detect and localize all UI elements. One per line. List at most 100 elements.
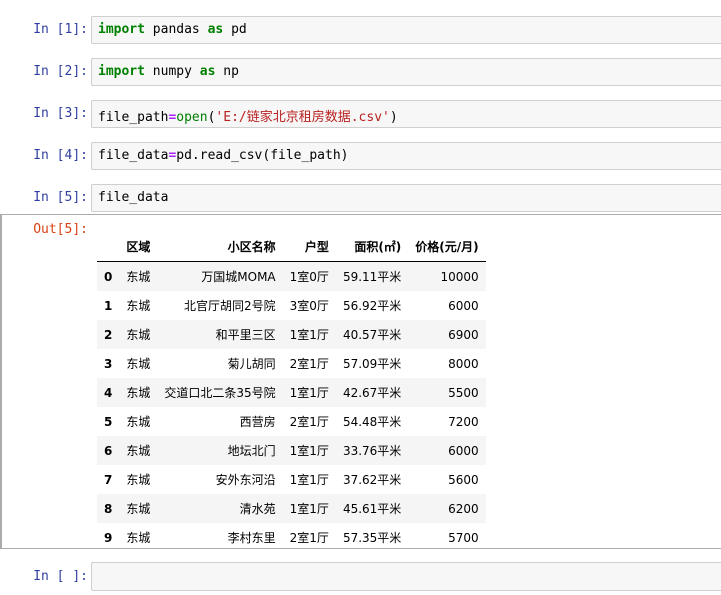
table-cell: 和平里三区 (215, 328, 276, 342)
table-row: 6 东城 地坛北门 1室1厅 33.76平米 6000 (97, 436, 486, 465)
table-cell: 5600 (448, 472, 479, 487)
table-cell: 54.48平米 (342, 415, 402, 429)
table-cell: 7200 (448, 414, 479, 429)
table-cell: 东城 (126, 444, 151, 458)
table-cell: 万国城MOMA (201, 270, 276, 284)
table-row: 2 东城 和平里三区 1室1厅 40.57平米 6900 (97, 320, 486, 349)
row-index: 7 (104, 472, 113, 487)
code-cell-1[interactable]: In [1]: import pandas as pd (0, 16, 721, 44)
code-token: open (176, 110, 208, 125)
table-row: 9 东城 李村东里 2室1厅 57.35平米 5700 (97, 523, 486, 549)
table-cell: 东城 (126, 357, 151, 371)
code-token: file_data (98, 148, 169, 163)
table-cell: 6900 (448, 327, 479, 342)
code-input[interactable]: import numpy as np (91, 58, 721, 86)
code-token: ) (389, 110, 398, 125)
output-prompt: Out[5]: (33, 222, 88, 237)
output-area: Out[5]: 区域 小区名称 户型 面积(㎡) 价格(元/月) 0 东城 万国城MOMA 1… (0, 214, 721, 549)
table-row: 1 东城 北官厅胡同2号院 3室0厅 56.92平米 6000 (97, 291, 486, 320)
input-prompt: In [2]: (33, 64, 88, 79)
table-header-row: 区域 小区名称 户型 面积(㎡) 价格(元/月) (97, 232, 486, 262)
table-cell: 交道口北二条35号院 (164, 386, 276, 400)
row-index: 3 (104, 356, 113, 371)
code-cell-2[interactable]: In [2]: import numpy as np (0, 58, 721, 86)
code-input[interactable]: import pandas as pd (91, 16, 721, 44)
table-cell: 安外东河沿 (215, 473, 276, 487)
table-row: 8 东城 清水苑 1室1厅 45.61平米 6200 (97, 494, 486, 523)
table-cell: 2室1厅 (289, 531, 329, 545)
table-cell: 2室1厅 (289, 357, 329, 371)
code-token: file_path (98, 110, 169, 125)
column-header: 区域 (119, 232, 158, 262)
code-input[interactable]: file_data (91, 184, 721, 212)
table-row: 3 东城 菊儿胡同 2室1厅 57.09平米 8000 (97, 349, 486, 378)
table-cell: 8000 (448, 356, 479, 371)
dataframe-table: 区域 小区名称 户型 面积(㎡) 价格(元/月) 0 东城 万国城MOMA 1室0厅 59.11… (97, 232, 486, 549)
code-input-empty[interactable] (91, 562, 721, 591)
code-token: as (207, 22, 224, 37)
row-index: 1 (104, 298, 113, 313)
code-token: numpy (144, 64, 200, 79)
table-cell: 3室0厅 (289, 299, 329, 313)
table-cell: 东城 (126, 299, 151, 313)
table-cell: 1室0厅 (289, 270, 329, 284)
code-cell-empty[interactable]: In [ ]: (0, 561, 721, 591)
table-cell: 东城 (126, 386, 151, 400)
table-cell: 东城 (126, 415, 151, 429)
code-token: pandas (144, 22, 208, 37)
code-input[interactable]: file_data=pd.read_csv(file_path) (91, 142, 721, 170)
code-token: file_data (98, 190, 169, 205)
row-index: 9 (104, 530, 113, 545)
table-cell: 东城 (126, 328, 151, 342)
table-cell: 东城 (126, 502, 151, 516)
table-cell: 6200 (448, 501, 479, 516)
row-index: 5 (104, 414, 113, 429)
table-row: 0 东城 万国城MOMA 1室0厅 59.11平米 10000 (97, 261, 486, 291)
code-token: as (199, 64, 216, 79)
row-index: 0 (104, 269, 113, 284)
row-index: 2 (104, 327, 113, 342)
code-cell-5[interactable]: In [5]: file_data (0, 184, 721, 212)
row-index: 8 (104, 501, 113, 516)
code-token: import (98, 64, 145, 79)
table-row: 4 东城 交道口北二条35号院 1室1厅 42.67平米 5500 (97, 378, 486, 407)
table-cell: 2室1厅 (289, 415, 329, 429)
table-row: 5 东城 西营房 2室1厅 54.48平米 7200 (97, 407, 486, 436)
table-cell: 57.35平米 (342, 531, 402, 545)
table-cell: 33.76平米 (342, 444, 402, 458)
code-cell-3[interactable]: In [3]: file_path=open('E:/链家北京租房数据.csv') (0, 100, 721, 128)
column-header: 小区名称 (157, 232, 283, 262)
code-token: np (215, 64, 239, 79)
input-prompt: In [4]: (33, 148, 88, 163)
table-cell: 1室1厅 (289, 444, 329, 458)
table-cell: 东城 (126, 270, 151, 284)
code-cell-4[interactable]: In [4]: file_data=pd.read_csv(file_path) (0, 142, 721, 170)
table-cell: 57.09平米 (342, 357, 402, 371)
table-cell: 东城 (126, 531, 151, 545)
table-cell: 清水苑 (239, 502, 276, 516)
table-cell: 40.57平米 (342, 328, 402, 342)
input-prompt: In [ ]: (33, 569, 88, 584)
code-token: pd (223, 22, 247, 37)
table-cell: 菊儿胡同 (227, 357, 276, 371)
column-header (97, 232, 120, 262)
input-prompt: In [5]: (33, 190, 88, 205)
table-cell: 北官厅胡同2号院 (184, 299, 276, 313)
row-index: 6 (104, 443, 113, 458)
table-cell: 10000 (440, 269, 479, 284)
table-cell: 东城 (126, 473, 151, 487)
table-cell: 5700 (448, 530, 479, 545)
table-cell: 地坛北门 (227, 444, 276, 458)
code-token: pd.read_csv(file_path) (176, 148, 349, 163)
table-cell: 西营房 (239, 415, 276, 429)
column-header: 价格(元/月) (408, 232, 486, 262)
row-index: 4 (104, 385, 113, 400)
table-cell: 37.62平米 (342, 473, 402, 487)
code-input[interactable]: file_path=open('E:/链家北京租房数据.csv') (91, 100, 721, 128)
table-cell: 6000 (448, 443, 479, 458)
table-cell: 56.92平米 (342, 299, 402, 313)
table-cell: 45.61平米 (342, 502, 402, 516)
column-header: 户型 (282, 232, 336, 262)
table-cell: 李村东里 (227, 531, 276, 545)
table-cell: 42.67平米 (342, 386, 402, 400)
